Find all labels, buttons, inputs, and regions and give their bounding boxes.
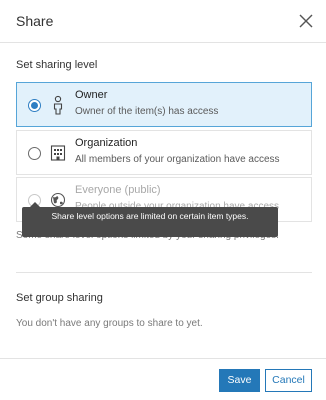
save-button[interactable]: Save bbox=[219, 369, 260, 392]
organization-description: All members of your organization have ac… bbox=[75, 154, 280, 165]
organization-radio[interactable] bbox=[28, 147, 41, 160]
dialog-title: Share bbox=[16, 13, 54, 29]
owner-radio[interactable] bbox=[28, 99, 41, 112]
owner-title: Owner bbox=[75, 89, 108, 101]
group-sharing-heading: Set group sharing bbox=[16, 292, 103, 304]
everyone-title: Everyone (public) bbox=[75, 184, 161, 196]
section-divider bbox=[16, 272, 312, 273]
share-dialog: Share Set sharing level Owner Owner of t… bbox=[0, 0, 326, 400]
owner-description: Owner of the item(s) has access bbox=[75, 106, 219, 117]
sharing-option-organization[interactable]: Organization All members of your organiz… bbox=[16, 130, 312, 175]
organization-title: Organization bbox=[75, 137, 138, 149]
sharing-option-owner[interactable]: Owner Owner of the item(s) has access bbox=[16, 82, 312, 127]
no-groups-note: You don't have any groups to share to ye… bbox=[16, 318, 203, 329]
person-icon bbox=[53, 95, 63, 115]
dialog-header: Share bbox=[0, 0, 326, 43]
limited-options-tooltip: Share level options are limited on certa… bbox=[22, 202, 278, 237]
cancel-button[interactable]: Cancel bbox=[265, 369, 312, 392]
dialog-footer: Save Cancel bbox=[0, 358, 326, 400]
close-icon[interactable] bbox=[297, 12, 315, 30]
sharing-level-heading: Set sharing level bbox=[16, 59, 98, 71]
building-icon bbox=[50, 145, 66, 161]
